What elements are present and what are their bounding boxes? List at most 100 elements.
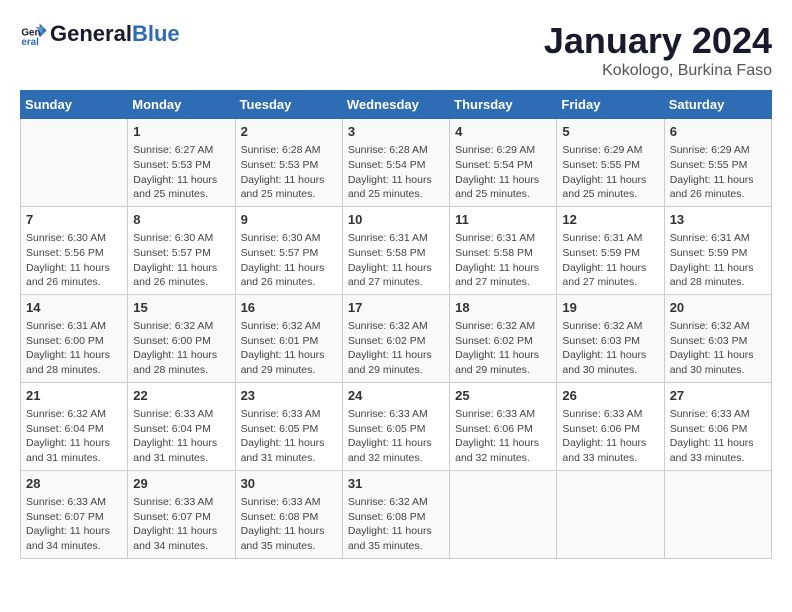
day-info: Sunrise: 6:32 AM Sunset: 6:01 PM Dayligh… (241, 319, 337, 378)
calendar-cell: 28Sunrise: 6:33 AM Sunset: 6:07 PM Dayli… (21, 470, 128, 558)
calendar-cell: 31 Sunrise: 6:32 AM Sunset: 6:08 PM Dayli… (342, 470, 449, 558)
week-row-3: 14 Sunrise: 6:31 AM Sunset: 6:00 PM Dayli… (21, 294, 772, 382)
day-number: 31 (348, 475, 444, 493)
day-number: 25 (455, 387, 551, 405)
calendar-cell: 6Sunrise: 6:29 AM Sunset: 5:55 PM Daylig… (664, 119, 771, 207)
day-info: Sunrise: 6:33 AM Sunset: 6:06 PM Dayligh… (455, 407, 551, 466)
day-number: 29 (133, 475, 229, 493)
day-number: 22 (133, 387, 229, 405)
day-info: Sunrise: 6:33 AM Sunset: 6:07 PM Dayligh… (26, 495, 122, 554)
day-number: 23 (241, 387, 337, 405)
calendar-cell: 22 Sunrise: 6:33 AM Sunset: 6:04 PM Dayli… (128, 382, 235, 470)
calendar-cell: 24 Sunrise: 6:33 AM Sunset: 6:05 PM Dayli… (342, 382, 449, 470)
day-number: 16 (241, 299, 337, 317)
day-number: 11 (455, 211, 551, 229)
day-number: 8 (133, 211, 229, 229)
calendar-table: SundayMondayTuesdayWednesdayThursdayFrid… (20, 90, 772, 559)
day-number: 27 (670, 387, 766, 405)
day-number: 7 (26, 211, 122, 229)
day-number: 2 (241, 123, 337, 141)
col-header-thursday: Thursday (450, 91, 557, 119)
calendar-cell: 19Sunrise: 6:32 AM Sunset: 6:03 PM Dayli… (557, 294, 664, 382)
calendar-cell: 7 Sunrise: 6:30 AM Sunset: 5:56 PM Daylig… (21, 206, 128, 294)
col-header-saturday: Saturday (664, 91, 771, 119)
col-header-wednesday: Wednesday (342, 91, 449, 119)
calendar-header-row: SundayMondayTuesdayWednesdayThursdayFrid… (21, 91, 772, 119)
col-header-friday: Friday (557, 91, 664, 119)
calendar-cell: 10 Sunrise: 6:31 AM Sunset: 5:58 PM Dayli… (342, 206, 449, 294)
calendar-cell: 2 Sunrise: 6:28 AM Sunset: 5:53 PM Daylig… (235, 119, 342, 207)
day-info: Sunrise: 6:33 AM Sunset: 6:05 PM Dayligh… (241, 407, 337, 466)
day-number: 4 (455, 123, 551, 141)
day-info: Sunrise: 6:33 AM Sunset: 6:06 PM Dayligh… (562, 407, 658, 466)
day-number: 26 (562, 387, 658, 405)
calendar-cell: 11 Sunrise: 6:31 AM Sunset: 5:58 PM Dayli… (450, 206, 557, 294)
day-info: Sunrise: 6:31 AM Sunset: 6:00 PM Dayligh… (26, 319, 122, 378)
day-info: Sunrise: 6:31 AM Sunset: 5:59 PM Dayligh… (562, 231, 658, 290)
logo: Gen eral GeneralBlue (20, 20, 180, 48)
day-number: 10 (348, 211, 444, 229)
day-number: 15 (133, 299, 229, 317)
col-header-tuesday: Tuesday (235, 91, 342, 119)
calendar-cell: 25 Sunrise: 6:33 AM Sunset: 6:06 PM Dayli… (450, 382, 557, 470)
day-info: Sunrise: 6:32 AM Sunset: 6:00 PM Dayligh… (133, 319, 229, 378)
calendar-cell (664, 470, 771, 558)
day-info: Sunrise: 6:31 AM Sunset: 5:58 PM Dayligh… (348, 231, 444, 290)
day-number: 20 (670, 299, 766, 317)
day-info: Sunrise: 6:33 AM Sunset: 6:04 PM Dayligh… (133, 407, 229, 466)
calendar-cell (557, 470, 664, 558)
week-row-4: 21Sunrise: 6:32 AM Sunset: 6:04 PM Dayli… (21, 382, 772, 470)
col-header-sunday: Sunday (21, 91, 128, 119)
calendar-cell: 21Sunrise: 6:32 AM Sunset: 6:04 PM Dayli… (21, 382, 128, 470)
day-number: 21 (26, 387, 122, 405)
day-number: 30 (241, 475, 337, 493)
calendar-cell: 8 Sunrise: 6:30 AM Sunset: 5:57 PM Daylig… (128, 206, 235, 294)
logo-text: GeneralBlue (50, 22, 180, 46)
day-number: 17 (348, 299, 444, 317)
day-info: Sunrise: 6:32 AM Sunset: 6:08 PM Dayligh… (348, 495, 444, 554)
day-info: Sunrise: 6:29 AM Sunset: 5:55 PM Dayligh… (562, 143, 658, 202)
calendar-cell: 20 Sunrise: 6:32 AM Sunset: 6:03 PM Dayli… (664, 294, 771, 382)
header: Gen eral GeneralBlue January 2024 Kokolo… (20, 20, 772, 80)
day-info: Sunrise: 6:33 AM Sunset: 6:07 PM Dayligh… (133, 495, 229, 554)
svg-text:eral: eral (21, 37, 39, 48)
day-info: Sunrise: 6:30 AM Sunset: 5:56 PM Dayligh… (26, 231, 122, 290)
day-number: 18 (455, 299, 551, 317)
calendar-cell: 12 Sunrise: 6:31 AM Sunset: 5:59 PM Dayli… (557, 206, 664, 294)
calendar-cell: 4 Sunrise: 6:29 AM Sunset: 5:54 PM Daylig… (450, 119, 557, 207)
calendar-cell: 18 Sunrise: 6:32 AM Sunset: 6:02 PM Dayli… (450, 294, 557, 382)
month-title: January 2024 (544, 20, 772, 62)
calendar-cell: 3 Sunrise: 6:28 AM Sunset: 5:54 PM Daylig… (342, 119, 449, 207)
col-header-monday: Monday (128, 91, 235, 119)
calendar-cell (450, 470, 557, 558)
calendar-cell: 26 Sunrise: 6:33 AM Sunset: 6:06 PM Dayli… (557, 382, 664, 470)
day-number: 9 (241, 211, 337, 229)
day-info: Sunrise: 6:31 AM Sunset: 5:58 PM Dayligh… (455, 231, 551, 290)
calendar-cell: 16 Sunrise: 6:32 AM Sunset: 6:01 PM Dayli… (235, 294, 342, 382)
logo-icon: Gen eral (20, 20, 48, 48)
day-info: Sunrise: 6:28 AM Sunset: 5:54 PM Dayligh… (348, 143, 444, 202)
calendar-cell: 30Sunrise: 6:33 AM Sunset: 6:08 PM Dayli… (235, 470, 342, 558)
calendar-cell: 27Sunrise: 6:33 AM Sunset: 6:06 PM Dayli… (664, 382, 771, 470)
day-info: Sunrise: 6:32 AM Sunset: 6:02 PM Dayligh… (455, 319, 551, 378)
calendar-cell: 13 Sunrise: 6:31 AM Sunset: 5:59 PM Dayli… (664, 206, 771, 294)
day-info: Sunrise: 6:27 AM Sunset: 5:53 PM Dayligh… (133, 143, 229, 202)
day-number: 14 (26, 299, 122, 317)
calendar-cell: 17Sunrise: 6:32 AM Sunset: 6:02 PM Dayli… (342, 294, 449, 382)
day-info: Sunrise: 6:33 AM Sunset: 6:05 PM Dayligh… (348, 407, 444, 466)
day-number: 13 (670, 211, 766, 229)
title-area: January 2024 Kokologo, Burkina Faso (544, 20, 772, 80)
day-number: 24 (348, 387, 444, 405)
calendar-cell: 15 Sunrise: 6:32 AM Sunset: 6:00 PM Dayli… (128, 294, 235, 382)
day-info: Sunrise: 6:29 AM Sunset: 5:54 PM Dayligh… (455, 143, 551, 202)
calendar-cell: 5Sunrise: 6:29 AM Sunset: 5:55 PM Daylig… (557, 119, 664, 207)
calendar-cell: 1Sunrise: 6:27 AM Sunset: 5:53 PM Daylig… (128, 119, 235, 207)
day-number: 3 (348, 123, 444, 141)
day-info: Sunrise: 6:32 AM Sunset: 6:03 PM Dayligh… (670, 319, 766, 378)
day-info: Sunrise: 6:31 AM Sunset: 5:59 PM Dayligh… (670, 231, 766, 290)
day-info: Sunrise: 6:32 AM Sunset: 6:03 PM Dayligh… (562, 319, 658, 378)
week-row-1: 1Sunrise: 6:27 AM Sunset: 5:53 PM Daylig… (21, 119, 772, 207)
day-number: 12 (562, 211, 658, 229)
day-info: Sunrise: 6:30 AM Sunset: 5:57 PM Dayligh… (133, 231, 229, 290)
day-info: Sunrise: 6:28 AM Sunset: 5:53 PM Dayligh… (241, 143, 337, 202)
